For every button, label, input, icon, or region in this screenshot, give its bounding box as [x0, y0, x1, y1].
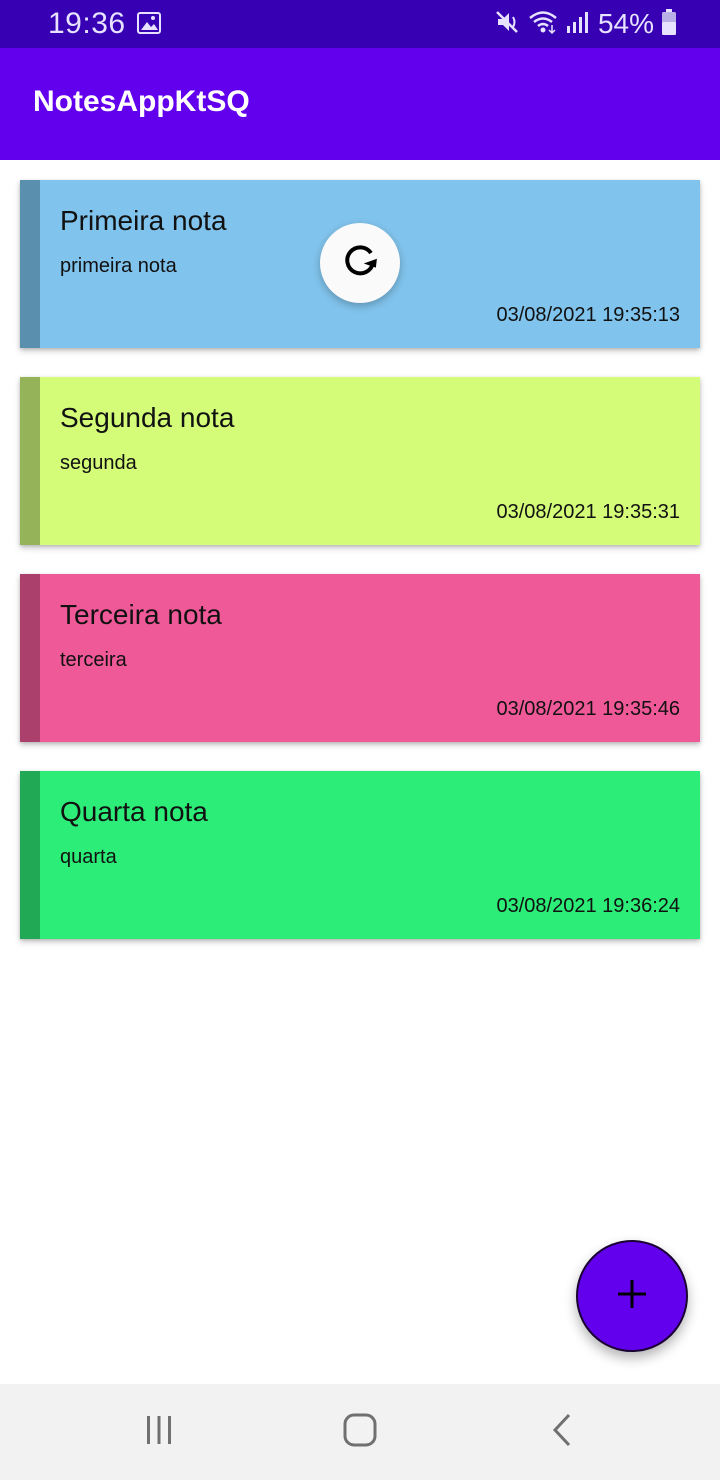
status-time: 19:36	[48, 7, 126, 40]
signal-icon	[566, 10, 590, 39]
status-bar: 19:36 54%	[0, 0, 720, 48]
note-date: 03/08/2021 19:36:24	[496, 895, 680, 917]
note-title: Primeira nota	[60, 205, 227, 236]
app-title: NotesAppKtSQ	[33, 85, 250, 118]
note-body: terceira	[60, 649, 127, 671]
refresh-indicator	[320, 223, 400, 303]
mute-icon	[494, 9, 520, 40]
note-card[interactable]: Quarta nota quarta 03/08/2021 19:36:24	[20, 771, 700, 939]
note-body: quarta	[60, 846, 117, 868]
note-title: Quarta nota	[60, 796, 208, 827]
back-icon	[550, 1412, 574, 1453]
home-icon	[342, 1412, 378, 1453]
note-color-stripe	[20, 574, 40, 742]
note-color-stripe	[20, 377, 40, 545]
note-color-stripe	[20, 180, 40, 348]
note-card[interactable]: Segunda nota segunda 03/08/2021 19:35:31	[20, 377, 700, 545]
image-icon	[137, 12, 161, 39]
recents-button[interactable]	[139, 1412, 179, 1452]
wifi-icon	[528, 9, 558, 40]
system-nav-bar	[0, 1384, 720, 1480]
add-note-button[interactable]	[576, 1240, 688, 1352]
battery-icon	[662, 8, 676, 40]
app-bar: NotesAppKtSQ	[0, 48, 720, 160]
note-title: Segunda nota	[60, 402, 235, 433]
home-button[interactable]	[340, 1412, 380, 1452]
note-date: 03/08/2021 19:35:13	[496, 304, 680, 326]
status-icons: 54%	[494, 8, 676, 40]
back-button[interactable]	[542, 1412, 582, 1452]
note-body: segunda	[60, 452, 137, 474]
note-date: 03/08/2021 19:35:46	[496, 698, 680, 720]
plus-icon	[616, 1278, 648, 1315]
refresh-icon	[338, 239, 382, 288]
note-body: primeira nota	[60, 255, 177, 277]
note-card[interactable]: Terceira nota terceira 03/08/2021 19:35:…	[20, 574, 700, 742]
recents-icon	[142, 1414, 176, 1451]
note-color-stripe	[20, 771, 40, 939]
battery-percentage: 54%	[597, 8, 654, 39]
note-title: Terceira nota	[60, 599, 222, 630]
note-date: 03/08/2021 19:35:31	[496, 501, 680, 523]
